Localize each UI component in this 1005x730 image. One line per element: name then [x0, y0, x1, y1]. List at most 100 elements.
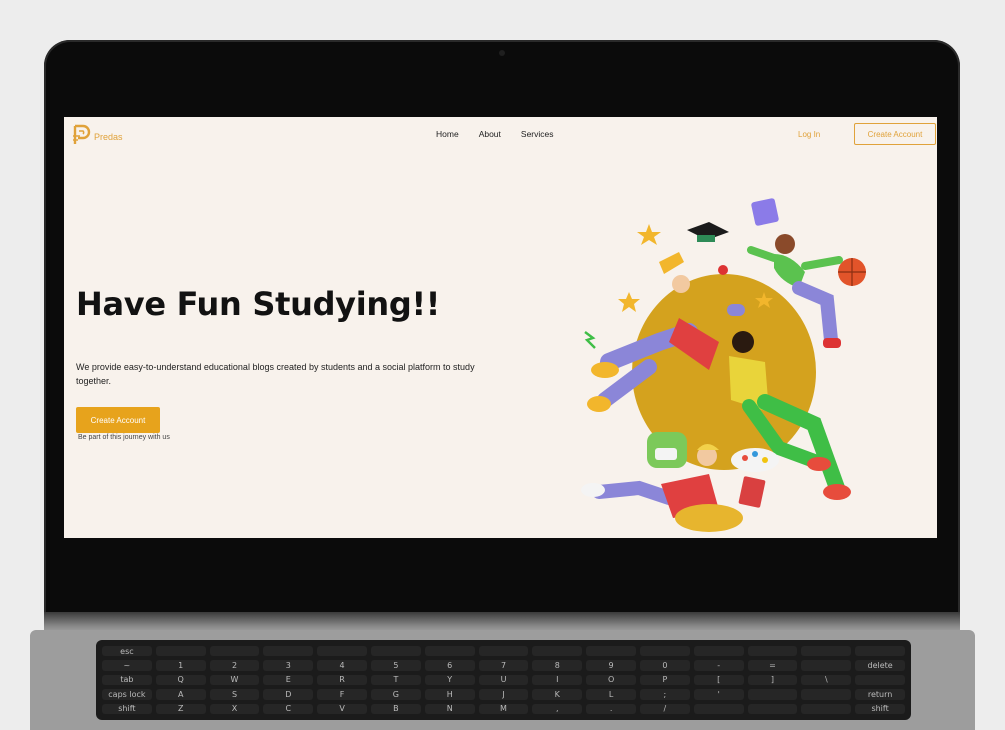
keyboard-key[interactable]	[586, 646, 636, 657]
keyboard-key[interactable]: I	[532, 674, 583, 686]
keyboard-key[interactable]: tab	[102, 674, 152, 686]
keyboard-key[interactable]: shift	[855, 703, 905, 714]
keyboard-key[interactable]: esc	[102, 646, 152, 657]
keyboard-key[interactable]	[370, 646, 421, 657]
keyboard-key[interactable]: U	[478, 674, 529, 686]
keyboard-key[interactable]	[639, 646, 690, 657]
keyboard-key[interactable]: G	[370, 689, 421, 700]
keyboard-key[interactable]: D	[263, 689, 314, 700]
keyboard-key[interactable]: 4	[317, 660, 367, 671]
keyboard-key[interactable]: .	[586, 703, 636, 714]
keyboard-key[interactable]: -	[693, 660, 744, 671]
keyboard-key[interactable]	[693, 703, 744, 714]
keyboard-key[interactable]: X	[209, 703, 260, 714]
top-student-head	[775, 234, 795, 254]
keyboard-key[interactable]: M	[478, 703, 529, 714]
keyboard-key[interactable]: N	[424, 703, 475, 714]
keyboard-key[interactable]: shift	[102, 703, 152, 714]
hero-title: Have Fun Studying!!	[76, 285, 441, 323]
keyboard-key[interactable]	[855, 646, 905, 657]
keyboard-key[interactable]: \	[801, 674, 852, 686]
keyboard-key[interactable]: W	[209, 674, 260, 686]
keyboard-key[interactable]	[747, 689, 798, 700]
hero-create-account-button[interactable]: Create Account	[76, 407, 160, 433]
keyboard-key[interactable]: /	[639, 703, 690, 714]
keyboard-key[interactable]: A	[155, 689, 206, 700]
keyboard-key[interactable]	[263, 646, 314, 657]
keyboard-key[interactable]: H	[424, 689, 475, 700]
keyboard-key[interactable]: ;	[639, 689, 690, 700]
bottom-student-legs	[592, 480, 676, 505]
login-link[interactable]: Log In	[798, 130, 820, 139]
keyboard-key[interactable]	[424, 646, 475, 657]
logo-mark-icon	[73, 124, 91, 144]
keyboard-key[interactable]: L	[586, 689, 636, 700]
keyboard-key[interactable]: ~	[102, 660, 152, 671]
keyboard-key[interactable]: T	[370, 674, 421, 686]
hero-description: We provide easy-to-understand educationa…	[76, 362, 475, 386]
brand-logo[interactable]: Predas	[72, 123, 123, 147]
star-icon	[618, 292, 640, 312]
keyboard-key[interactable]: F	[317, 689, 367, 700]
top-nav: Predas Home About Services Log In Create…	[64, 117, 937, 153]
keyboard-key[interactable]: E	[263, 674, 314, 686]
keyboard-key[interactable]: [	[693, 674, 744, 686]
nav-create-account-button[interactable]: Create Account	[854, 123, 936, 145]
keyboard-key[interactable]: Q	[155, 674, 206, 686]
nav-about[interactable]: About	[479, 129, 501, 139]
keyboard-key[interactable]: 1	[155, 660, 206, 671]
bottom-student-pillow	[675, 504, 743, 532]
keyboard-key[interactable]: R	[317, 674, 367, 686]
keyboard-key[interactable]	[532, 646, 583, 657]
keyboard-key[interactable]: 7	[478, 660, 529, 671]
keyboard-key[interactable]	[855, 674, 905, 686]
keyboard-key[interactable]: B	[370, 703, 421, 714]
keyboard-key[interactable]: 3	[263, 660, 314, 671]
students-illustration	[581, 198, 866, 532]
keyboard-key[interactable]: 9	[586, 660, 636, 671]
keyboard-key[interactable]	[209, 646, 260, 657]
hero-subtext: Be part of this journey with us	[78, 434, 170, 441]
keyboard-key[interactable]	[801, 646, 852, 657]
keyboard-key[interactable]: ,	[532, 703, 583, 714]
keyboard-key[interactable]	[317, 646, 367, 657]
star-icon	[637, 224, 661, 245]
center-student-head	[732, 331, 754, 353]
keyboard-key[interactable]	[693, 646, 744, 657]
brand-name: Predas	[94, 132, 123, 142]
nav-links: Home About Services	[436, 129, 554, 139]
keyboard-key[interactable]: 2	[209, 660, 260, 671]
nav-services[interactable]: Services	[521, 129, 554, 139]
keyboard-key[interactable]	[747, 646, 798, 657]
nav-home[interactable]: Home	[436, 129, 459, 139]
keyboard-key[interactable]: K	[532, 689, 583, 700]
keyboard-key[interactable]	[155, 646, 206, 657]
red-book	[738, 476, 766, 508]
website-screen: Predas Home About Services Log In Create…	[64, 117, 937, 538]
keyboard-key[interactable]: '	[693, 689, 744, 700]
keyboard-key[interactable]: 0	[639, 660, 690, 671]
camera-dot	[499, 50, 505, 56]
keyboard-key[interactable]	[801, 689, 852, 700]
keyboard-key[interactable]: return	[855, 689, 905, 700]
keyboard-key[interactable]	[801, 660, 852, 671]
keyboard-key[interactable]: J	[478, 689, 529, 700]
keyboard-key[interactable]: ]	[747, 674, 798, 686]
keyboard-key[interactable]: 8	[532, 660, 583, 671]
keyboard-key[interactable]: Y	[424, 674, 475, 686]
keyboard-key[interactable]: P	[639, 674, 690, 686]
keyboard-key[interactable]: Z	[155, 703, 206, 714]
keyboard-key[interactable]: O	[586, 674, 636, 686]
keyboard-key[interactable]: delete	[855, 660, 905, 671]
keyboard-key[interactable]: 5	[370, 660, 421, 671]
purple-card	[751, 198, 779, 226]
keyboard-key[interactable]: =	[747, 660, 798, 671]
keyboard-key[interactable]: V	[317, 703, 367, 714]
keyboard-key[interactable]	[478, 646, 529, 657]
keyboard-key[interactable]: S	[209, 689, 260, 700]
keyboard-key[interactable]: caps lock	[102, 689, 152, 700]
keyboard-key[interactable]	[747, 703, 798, 714]
keyboard-key[interactable]: C	[263, 703, 314, 714]
keyboard-key[interactable]	[801, 703, 852, 714]
keyboard-key[interactable]: 6	[424, 660, 475, 671]
